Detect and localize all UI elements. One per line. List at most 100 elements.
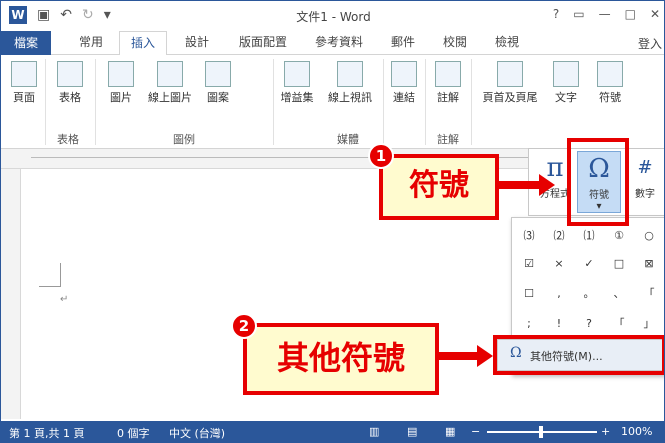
tab-design[interactable]: 設計 bbox=[177, 31, 217, 55]
symbol-cell[interactable]: ☐ bbox=[514, 282, 544, 306]
text-icon bbox=[553, 61, 579, 87]
separator bbox=[273, 59, 274, 145]
symbol-cell[interactable]: ☑ bbox=[514, 252, 544, 276]
zoom-out-icon[interactable]: − bbox=[471, 425, 480, 438]
group-label-illustrations: 圖例 bbox=[173, 133, 195, 146]
header-footer-button[interactable]: 頁首及頁尾 bbox=[477, 61, 543, 105]
table-label: 表格 bbox=[59, 91, 81, 104]
number-icon: # bbox=[637, 157, 653, 178]
page-count[interactable]: 第 1 頁,共 1 頁 bbox=[9, 425, 84, 441]
tab-view[interactable]: 檢視 bbox=[487, 31, 527, 55]
online-picture-label: 線上圖片 bbox=[148, 91, 192, 104]
symbol-cell[interactable]: ⊠ bbox=[634, 252, 664, 276]
tab-mailings[interactable]: 郵件 bbox=[383, 31, 423, 55]
comment-icon bbox=[435, 61, 461, 87]
arrow-step1 bbox=[499, 181, 541, 189]
window-buttons: ? ▭ — □ ✕ bbox=[553, 7, 660, 21]
text-button[interactable]: 文字 bbox=[549, 61, 583, 105]
symbol-cell[interactable]: ⑵ bbox=[544, 224, 574, 248]
ribbon: 頁面 表格 圖片 線上圖片 圖案 增益集 線上視訊 連結 註解 頁首及頁尾 文字… bbox=[1, 55, 664, 149]
symbol-cell[interactable]: ? bbox=[574, 312, 604, 336]
tab-file[interactable]: 檔案 bbox=[1, 31, 51, 55]
symbol-cell[interactable]: ① bbox=[604, 224, 634, 248]
symbol-cell[interactable]: 「 bbox=[604, 312, 634, 336]
header-footer-icon bbox=[497, 61, 523, 87]
callout-step2: 其他符號 bbox=[243, 323, 439, 395]
number-button[interactable]: # 數字 bbox=[623, 151, 664, 213]
number-label: 數字 bbox=[635, 189, 655, 200]
close-icon[interactable]: ✕ bbox=[650, 7, 660, 21]
highlight-box-more-symbols bbox=[493, 335, 664, 375]
read-mode-icon[interactable]: ▥ bbox=[369, 425, 379, 438]
sign-in-link[interactable]: 登入 bbox=[638, 35, 662, 52]
zoom-in-icon[interactable]: + bbox=[601, 425, 610, 438]
symbol-cell[interactable]: × bbox=[544, 252, 574, 276]
step1-badge: 1 bbox=[368, 143, 394, 169]
table-icon bbox=[57, 61, 83, 87]
ribbon-options-icon[interactable]: ▭ bbox=[573, 7, 584, 21]
symbol-cell[interactable]: □ bbox=[604, 252, 634, 276]
video-icon bbox=[337, 61, 363, 87]
picture-icon bbox=[108, 61, 134, 87]
separator bbox=[425, 59, 426, 145]
tab-home[interactable]: 常用 bbox=[71, 31, 111, 55]
help-icon[interactable]: ? bbox=[553, 7, 559, 21]
tab-review[interactable]: 校閱 bbox=[435, 31, 475, 55]
online-video-button[interactable]: 線上視訊 bbox=[323, 61, 377, 105]
symbol-cell[interactable]: ✓ bbox=[574, 252, 604, 276]
vertical-ruler bbox=[1, 169, 21, 419]
step2-badge: 2 bbox=[231, 313, 257, 339]
web-layout-icon[interactable]: ▦ bbox=[445, 425, 455, 438]
minimize-icon[interactable]: — bbox=[599, 7, 611, 21]
picture-label: 圖片 bbox=[110, 91, 132, 104]
status-bar: 第 1 頁,共 1 頁 0 個字 中文 (台灣) ▥ ▤ ▦ − + 100% bbox=[1, 421, 664, 442]
link-button[interactable]: 連結 bbox=[387, 61, 421, 105]
picture-button[interactable]: 圖片 bbox=[103, 61, 139, 105]
symbol-cell[interactable]: ⑴ bbox=[574, 224, 604, 248]
group-label-table: 表格 bbox=[57, 133, 79, 146]
language[interactable]: 中文 (台灣) bbox=[169, 425, 225, 441]
shapes-button[interactable]: 圖案 bbox=[201, 61, 235, 105]
group-label-comments: 註解 bbox=[437, 133, 459, 146]
addins-button[interactable]: 增益集 bbox=[279, 61, 315, 105]
shapes-label: 圖案 bbox=[207, 91, 229, 104]
symbol-cell[interactable]: ! bbox=[544, 312, 574, 336]
tab-references[interactable]: 參考資料 bbox=[307, 31, 371, 55]
online-picture-button[interactable]: 線上圖片 bbox=[143, 61, 197, 105]
word-count[interactable]: 0 個字 bbox=[117, 425, 150, 441]
store-icon bbox=[284, 61, 310, 87]
paragraph-mark: ↵ bbox=[60, 294, 69, 305]
symbol-ribbon-button[interactable]: 符號 bbox=[593, 61, 627, 105]
comment-button[interactable]: 註解 bbox=[431, 61, 465, 105]
link-label: 連結 bbox=[393, 91, 415, 104]
symbol-cell[interactable]: 「 bbox=[634, 282, 664, 306]
symbol-cell[interactable]: ; bbox=[514, 312, 544, 336]
shapes-icon bbox=[205, 61, 231, 87]
zoom-slider-thumb[interactable] bbox=[539, 426, 543, 438]
print-layout-icon[interactable]: ▤ bbox=[407, 425, 417, 438]
group-label-media: 媒體 bbox=[337, 133, 359, 146]
symbol-cell[interactable]: 。 bbox=[574, 282, 604, 306]
link-icon bbox=[391, 61, 417, 87]
page-button[interactable]: 頁面 bbox=[7, 61, 41, 105]
symbol-cell[interactable]: ○ bbox=[634, 224, 664, 248]
arrow-step2 bbox=[439, 352, 479, 360]
symbol-cell[interactable]: 、 bbox=[604, 282, 634, 306]
tab-insert[interactable]: 插入 bbox=[119, 31, 167, 56]
zoom-level[interactable]: 100% bbox=[621, 425, 652, 438]
text-label: 文字 bbox=[555, 91, 577, 104]
omega-icon bbox=[597, 61, 623, 87]
maximize-icon[interactable]: □ bbox=[625, 7, 636, 21]
separator bbox=[95, 59, 96, 145]
symbol-cell[interactable]: 」 bbox=[634, 312, 664, 336]
arrowhead-step2 bbox=[477, 345, 493, 367]
symbol-cell[interactable]: ⑶ bbox=[514, 224, 544, 248]
margin-corner-mark bbox=[39, 263, 61, 287]
online-picture-icon bbox=[157, 61, 183, 87]
comment-label: 註解 bbox=[437, 91, 459, 104]
tab-layout[interactable]: 版面配置 bbox=[231, 31, 295, 55]
header-footer-label: 頁首及頁尾 bbox=[482, 91, 538, 104]
word-window: W ▣ ↶ ↻ ▾ 文件1 - Word ? ▭ — □ ✕ 檔案 常用 插入 … bbox=[0, 0, 665, 443]
symbol-cell[interactable]: , bbox=[544, 282, 574, 306]
table-button[interactable]: 表格 bbox=[53, 61, 87, 105]
